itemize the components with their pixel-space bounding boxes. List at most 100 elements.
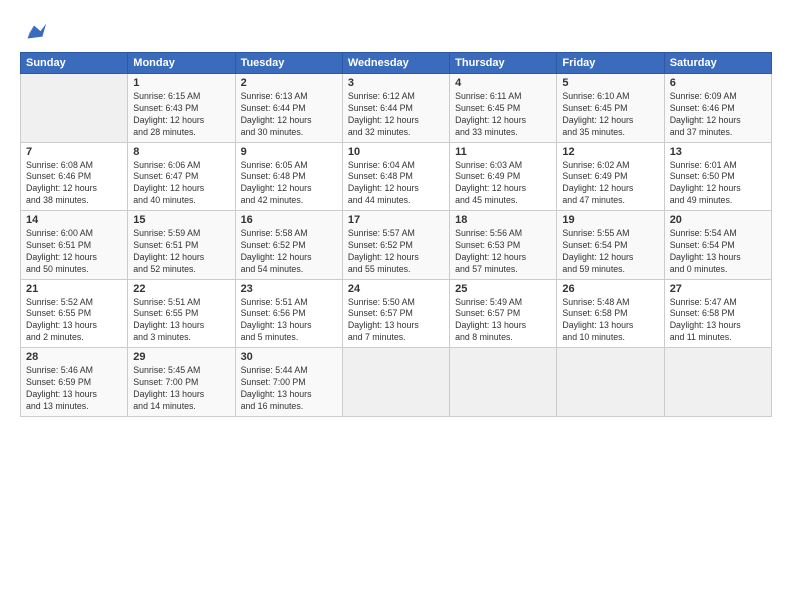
- day-cell: 5 Sunrise: 6:10 AM Sunset: 6:45 PM Daylig…: [557, 74, 664, 143]
- day-cell: 30 Sunrise: 5:44 AM Sunset: 7:00 PM Dayli…: [235, 348, 342, 417]
- col-header-wednesday: Wednesday: [342, 53, 449, 74]
- day-number: 12: [562, 146, 658, 158]
- day-number: 11: [455, 146, 551, 158]
- day-number: 23: [241, 283, 337, 295]
- day-number: 28: [26, 351, 122, 363]
- col-header-friday: Friday: [557, 53, 664, 74]
- day-info: Sunrise: 6:10 AM Sunset: 6:45 PM Dayligh…: [562, 91, 658, 139]
- day-number: 9: [241, 146, 337, 158]
- day-info: Sunrise: 5:52 AM Sunset: 6:55 PM Dayligh…: [26, 297, 122, 345]
- day-cell: 9 Sunrise: 6:05 AM Sunset: 6:48 PM Daylig…: [235, 142, 342, 211]
- day-cell: [450, 348, 557, 417]
- day-info: Sunrise: 6:00 AM Sunset: 6:51 PM Dayligh…: [26, 228, 122, 276]
- week-row-4: 21 Sunrise: 5:52 AM Sunset: 6:55 PM Dayli…: [21, 279, 772, 348]
- day-cell: 28 Sunrise: 5:46 AM Sunset: 6:59 PM Dayli…: [21, 348, 128, 417]
- day-info: Sunrise: 5:46 AM Sunset: 6:59 PM Dayligh…: [26, 365, 122, 413]
- col-header-saturday: Saturday: [664, 53, 771, 74]
- day-number: 22: [133, 283, 229, 295]
- day-number: 8: [133, 146, 229, 158]
- day-info: Sunrise: 6:05 AM Sunset: 6:48 PM Dayligh…: [241, 160, 337, 208]
- day-cell: 13 Sunrise: 6:01 AM Sunset: 6:50 PM Dayli…: [664, 142, 771, 211]
- day-number: 2: [241, 77, 337, 89]
- day-cell: 22 Sunrise: 5:51 AM Sunset: 6:55 PM Dayli…: [128, 279, 235, 348]
- logo: [20, 18, 52, 46]
- col-header-tuesday: Tuesday: [235, 53, 342, 74]
- day-number: 29: [133, 351, 229, 363]
- day-info: Sunrise: 6:15 AM Sunset: 6:43 PM Dayligh…: [133, 91, 229, 139]
- day-cell: [342, 348, 449, 417]
- day-number: 24: [348, 283, 444, 295]
- day-info: Sunrise: 6:11 AM Sunset: 6:45 PM Dayligh…: [455, 91, 551, 139]
- day-info: Sunrise: 6:01 AM Sunset: 6:50 PM Dayligh…: [670, 160, 766, 208]
- day-number: 6: [670, 77, 766, 89]
- day-cell: 4 Sunrise: 6:11 AM Sunset: 6:45 PM Daylig…: [450, 74, 557, 143]
- day-info: Sunrise: 5:48 AM Sunset: 6:58 PM Dayligh…: [562, 297, 658, 345]
- day-cell: 15Sunrise: 5:59 AM Sunset: 6:51 PM Dayli…: [128, 211, 235, 280]
- day-cell: [557, 348, 664, 417]
- day-number: 25: [455, 283, 551, 295]
- day-info: Sunrise: 5:59 AM Sunset: 6:51 PM Dayligh…: [133, 228, 229, 276]
- day-number: 4: [455, 77, 551, 89]
- day-info: Sunrise: 5:58 AM Sunset: 6:52 PM Dayligh…: [241, 228, 337, 276]
- day-cell: 23 Sunrise: 5:51 AM Sunset: 6:56 PM Dayli…: [235, 279, 342, 348]
- day-cell: 25 Sunrise: 5:49 AM Sunset: 6:57 PM Dayli…: [450, 279, 557, 348]
- day-cell: 14 Sunrise: 6:00 AM Sunset: 6:51 PM Dayli…: [21, 211, 128, 280]
- day-info: Sunrise: 6:12 AM Sunset: 6:44 PM Dayligh…: [348, 91, 444, 139]
- header-row: SundayMondayTuesdayWednesdayThursdayFrid…: [21, 53, 772, 74]
- day-number: 5: [562, 77, 658, 89]
- day-number: 13: [670, 146, 766, 158]
- day-cell: 18Sunrise: 5:56 AM Sunset: 6:53 PM Dayli…: [450, 211, 557, 280]
- week-row-2: 7Sunrise: 6:08 AM Sunset: 6:46 PM Daylig…: [21, 142, 772, 211]
- day-cell: 6 Sunrise: 6:09 AM Sunset: 6:46 PM Daylig…: [664, 74, 771, 143]
- day-cell: 16 Sunrise: 5:58 AM Sunset: 6:52 PM Dayli…: [235, 211, 342, 280]
- day-number: 16: [241, 214, 337, 226]
- col-header-sunday: Sunday: [21, 53, 128, 74]
- day-info: Sunrise: 6:08 AM Sunset: 6:46 PM Dayligh…: [26, 160, 122, 208]
- week-row-5: 28 Sunrise: 5:46 AM Sunset: 6:59 PM Dayli…: [21, 348, 772, 417]
- logo-bird-icon: [20, 18, 48, 46]
- day-info: Sunrise: 5:50 AM Sunset: 6:57 PM Dayligh…: [348, 297, 444, 345]
- day-number: 1: [133, 77, 229, 89]
- day-number: 20: [670, 214, 766, 226]
- day-number: 14: [26, 214, 122, 226]
- day-cell: [21, 74, 128, 143]
- day-number: 21: [26, 283, 122, 295]
- day-info: Sunrise: 5:44 AM Sunset: 7:00 PM Dayligh…: [241, 365, 337, 413]
- day-cell: 26 Sunrise: 5:48 AM Sunset: 6:58 PM Dayli…: [557, 279, 664, 348]
- day-number: 30: [241, 351, 337, 363]
- day-number: 18: [455, 214, 551, 226]
- day-number: 10: [348, 146, 444, 158]
- day-info: Sunrise: 6:02 AM Sunset: 6:49 PM Dayligh…: [562, 160, 658, 208]
- day-info: Sunrise: 5:47 AM Sunset: 6:58 PM Dayligh…: [670, 297, 766, 345]
- col-header-thursday: Thursday: [450, 53, 557, 74]
- day-info: Sunrise: 5:49 AM Sunset: 6:57 PM Dayligh…: [455, 297, 551, 345]
- day-info: Sunrise: 5:45 AM Sunset: 7:00 PM Dayligh…: [133, 365, 229, 413]
- week-row-1: 1 Sunrise: 6:15 AM Sunset: 6:43 PM Daylig…: [21, 74, 772, 143]
- day-info: Sunrise: 6:06 AM Sunset: 6:47 PM Dayligh…: [133, 160, 229, 208]
- day-number: 17: [348, 214, 444, 226]
- day-cell: 3 Sunrise: 6:12 AM Sunset: 6:44 PM Daylig…: [342, 74, 449, 143]
- day-cell: 27Sunrise: 5:47 AM Sunset: 6:58 PM Dayli…: [664, 279, 771, 348]
- day-info: Sunrise: 5:57 AM Sunset: 6:52 PM Dayligh…: [348, 228, 444, 276]
- day-info: Sunrise: 5:51 AM Sunset: 6:56 PM Dayligh…: [241, 297, 337, 345]
- day-cell: 7Sunrise: 6:08 AM Sunset: 6:46 PM Daylig…: [21, 142, 128, 211]
- day-cell: 19 Sunrise: 5:55 AM Sunset: 6:54 PM Dayli…: [557, 211, 664, 280]
- day-cell: 21 Sunrise: 5:52 AM Sunset: 6:55 PM Dayli…: [21, 279, 128, 348]
- day-cell: 11 Sunrise: 6:03 AM Sunset: 6:49 PM Dayli…: [450, 142, 557, 211]
- day-info: Sunrise: 5:55 AM Sunset: 6:54 PM Dayligh…: [562, 228, 658, 276]
- day-info: Sunrise: 6:04 AM Sunset: 6:48 PM Dayligh…: [348, 160, 444, 208]
- day-number: 26: [562, 283, 658, 295]
- day-number: 3: [348, 77, 444, 89]
- day-info: Sunrise: 6:13 AM Sunset: 6:44 PM Dayligh…: [241, 91, 337, 139]
- day-info: Sunrise: 6:03 AM Sunset: 6:49 PM Dayligh…: [455, 160, 551, 208]
- day-cell: 12 Sunrise: 6:02 AM Sunset: 6:49 PM Dayli…: [557, 142, 664, 211]
- header: [20, 18, 772, 46]
- day-info: Sunrise: 5:51 AM Sunset: 6:55 PM Dayligh…: [133, 297, 229, 345]
- calendar-table: SundayMondayTuesdayWednesdayThursdayFrid…: [20, 52, 772, 417]
- day-info: Sunrise: 6:09 AM Sunset: 6:46 PM Dayligh…: [670, 91, 766, 139]
- col-header-monday: Monday: [128, 53, 235, 74]
- day-cell: 17 Sunrise: 5:57 AM Sunset: 6:52 PM Dayli…: [342, 211, 449, 280]
- day-cell: 8 Sunrise: 6:06 AM Sunset: 6:47 PM Daylig…: [128, 142, 235, 211]
- day-number: 19: [562, 214, 658, 226]
- page: SundayMondayTuesdayWednesdayThursdayFrid…: [0, 0, 792, 612]
